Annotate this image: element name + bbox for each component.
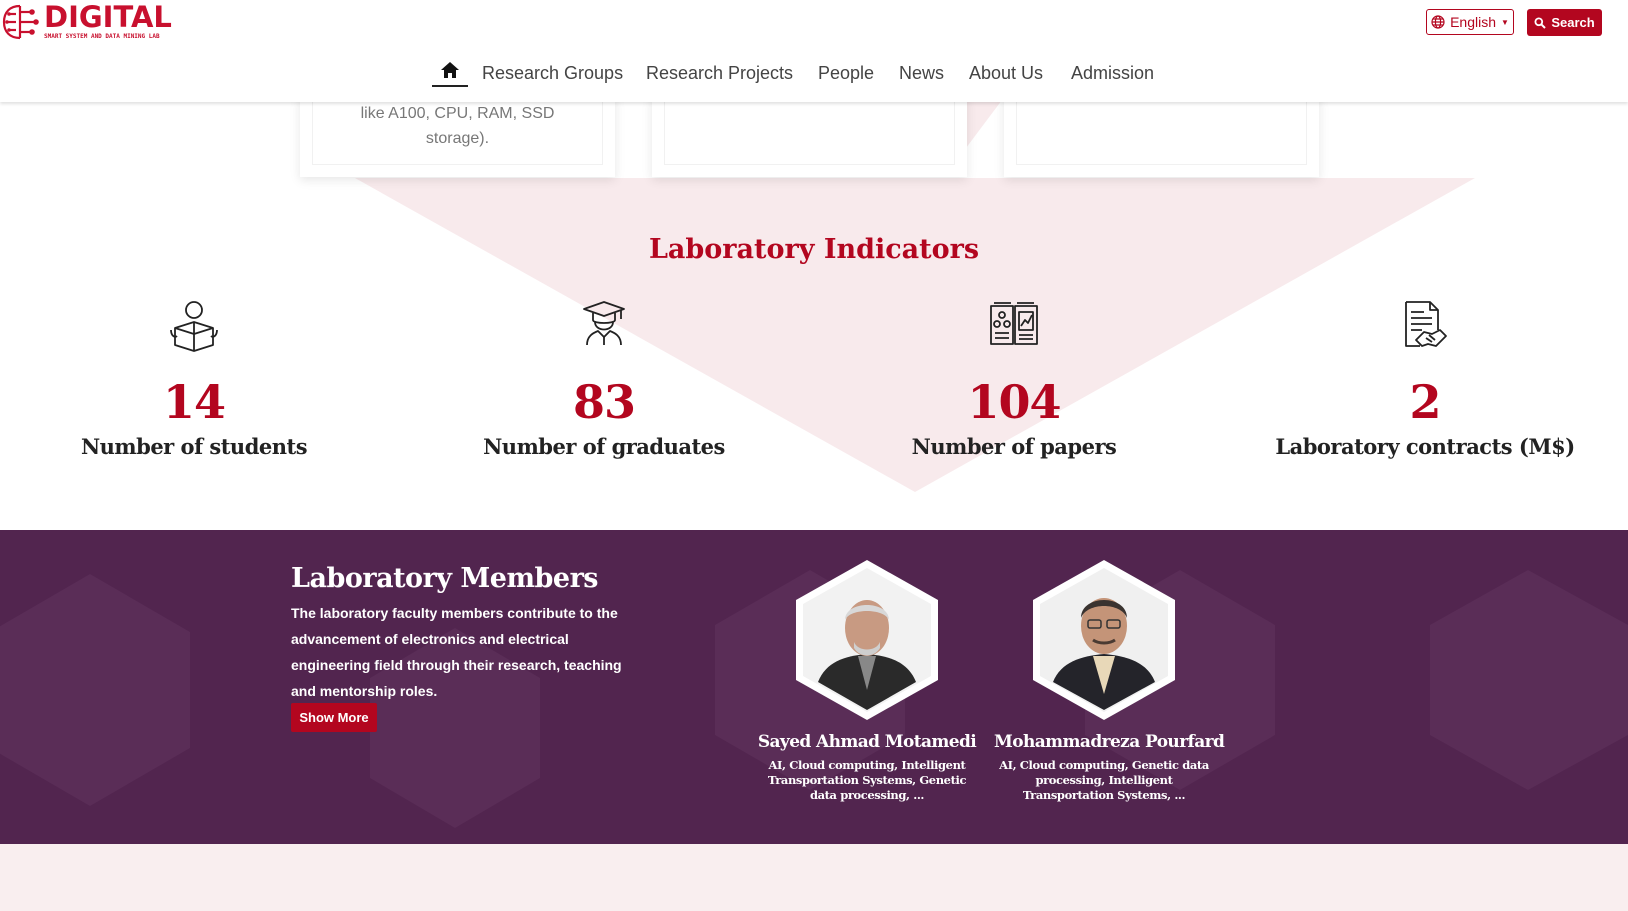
member-fields: AI, Cloud computing, Intelligent Transpo… bbox=[767, 758, 967, 802]
brain-circuit-icon bbox=[2, 4, 39, 40]
contracts-value: 2 bbox=[1409, 375, 1441, 429]
home-icon bbox=[441, 62, 459, 78]
member-card-motamedi[interactable]: Sayed Ahmad Motamedi AI, Cloud computing… bbox=[757, 560, 977, 803]
nav-research-groups[interactable]: Research Groups bbox=[482, 63, 623, 84]
caret-down-icon: ▼ bbox=[1501, 17, 1509, 27]
search-icon bbox=[1534, 17, 1547, 29]
member-photo[interactable] bbox=[796, 560, 938, 720]
logo[interactable]: DIGITAL SMART SYSTEM AND DATA MINING LAB bbox=[0, 2, 172, 42]
nav-home[interactable] bbox=[432, 60, 468, 87]
logo-subtitle: SMART SYSTEM AND DATA MINING LAB bbox=[44, 33, 160, 40]
search-label: Search bbox=[1551, 15, 1595, 30]
members-description: The laboratory faculty members contribut… bbox=[291, 605, 622, 699]
nav-news[interactable]: News bbox=[899, 63, 944, 84]
papers-label: Number of papers bbox=[911, 434, 1117, 459]
nav-research-projects[interactable]: Research Projects bbox=[646, 63, 793, 84]
member-name[interactable]: Sayed Ahmad Motamedi bbox=[757, 732, 977, 752]
member-photo[interactable] bbox=[1033, 560, 1175, 720]
indicator-students: 14 Number of students bbox=[44, 300, 344, 459]
globe-icon bbox=[1431, 15, 1445, 29]
papers-value: 104 bbox=[967, 375, 1061, 429]
show-more-button[interactable]: Show More bbox=[291, 703, 377, 732]
next-section-band bbox=[0, 844, 1628, 911]
indicators-title: Laboratory Indicators bbox=[648, 234, 980, 265]
students-value: 14 bbox=[162, 375, 226, 429]
contract-handshake-icon bbox=[1405, 301, 1447, 347]
nav-about-us[interactable]: About Us bbox=[969, 63, 1043, 84]
card-text: like A100, CPU, RAM, SSD storage). bbox=[360, 105, 555, 147]
students-label: Number of students bbox=[80, 434, 308, 459]
indicator-contracts: 2 Laboratory contracts (M$) bbox=[1275, 300, 1575, 459]
nav-people[interactable]: People bbox=[818, 63, 874, 84]
graduates-value: 83 bbox=[572, 375, 636, 429]
student-reading-icon bbox=[170, 301, 218, 352]
indicator-graduates: 83 Number of graduates bbox=[454, 300, 754, 459]
main-nav: Research Groups Research Projects People… bbox=[0, 58, 1628, 88]
feature-card-3 bbox=[1004, 95, 1319, 177]
member-card-pourfard[interactable]: Mohammadreza Pourfard AI, Cloud computin… bbox=[994, 560, 1225, 803]
members-title: Laboratory Members bbox=[291, 563, 599, 594]
graduate-icon bbox=[583, 301, 625, 346]
members-section: Laboratory Members The laboratory facult… bbox=[0, 530, 1628, 844]
member-name[interactable]: Mohammadreza Pourfard bbox=[994, 732, 1225, 752]
logo-title: DIGITAL bbox=[44, 0, 172, 34]
feature-card-1: like A100, CPU, RAM, SSD storage). bbox=[300, 95, 615, 177]
feature-card-2 bbox=[652, 95, 967, 177]
indicator-papers: 104 Number of papers bbox=[864, 300, 1164, 459]
graduates-label: Number of graduates bbox=[483, 434, 725, 459]
open-book-icon bbox=[990, 302, 1038, 345]
language-dropdown[interactable]: English ▼ bbox=[1426, 9, 1514, 35]
member-fields: AI, Cloud computing, Genetic data proces… bbox=[999, 758, 1209, 802]
nav-admission[interactable]: Admission bbox=[1071, 63, 1154, 84]
site-header: DIGITAL SMART SYSTEM AND DATA MINING LAB… bbox=[0, 0, 1628, 102]
search-button[interactable]: Search bbox=[1527, 9, 1602, 36]
language-label: English bbox=[1450, 14, 1496, 30]
contracts-label: Laboratory contracts (M$) bbox=[1275, 434, 1575, 459]
